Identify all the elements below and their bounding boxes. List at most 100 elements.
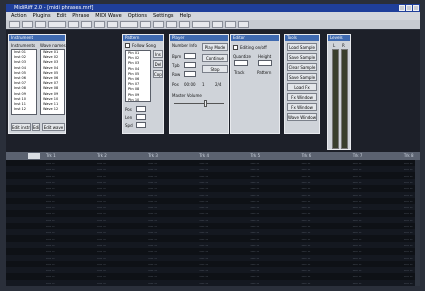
insert-pattern-button[interactable]: Ins — [153, 50, 163, 58]
grid-cell[interactable]: ---- -- — [199, 223, 208, 229]
grid-cell[interactable]: ---- -- — [148, 160, 157, 166]
grid-cell[interactable]: ---- -- — [199, 204, 208, 210]
grid-cell[interactable]: ---- -- — [199, 166, 208, 172]
grid-cell[interactable]: ---- -- — [199, 267, 208, 273]
grid-cell[interactable]: ---- -- — [199, 255, 208, 261]
grid-cell[interactable]: ---- -- — [199, 173, 208, 179]
grid-column-header[interactable]: Trk 5 — [251, 153, 261, 159]
grid-cell[interactable]: ---- -- — [302, 280, 311, 286]
menu-midi-wave[interactable]: MIDI Wave — [95, 12, 121, 20]
grid-cell[interactable]: ---- -- — [251, 236, 260, 242]
wave-list[interactable]: Wave 01 Wave 02 Wave 03 Wave 04 Wave 05 Wave … — [40, 49, 65, 115]
grid-cell[interactable]: ---- -- — [353, 192, 362, 198]
grid-cell[interactable]: ---- -- — [46, 255, 55, 261]
grid-cell[interactable]: ---- -- — [353, 280, 362, 286]
grid-cell[interactable]: ---- -- — [353, 179, 362, 185]
grid-row[interactable]: ---- -- ---- -- ---- -- ---- -- ---- -- ---- … — [6, 178, 420, 185]
grid-cell[interactable]: ---- -- — [46, 173, 55, 179]
grid-cell[interactable]: ---- -- — [199, 229, 208, 235]
editing-checkbox[interactable] — [233, 45, 238, 50]
save-sample-button-2[interactable]: Save Sample — [287, 73, 317, 81]
grid-cell[interactable]: ---- -- — [199, 217, 208, 223]
grid-cell[interactable]: ---- -- — [251, 173, 260, 179]
grid-cell[interactable]: ---- -- — [199, 192, 208, 198]
grid-cell[interactable]: ---- -- — [46, 242, 55, 248]
grid-cell[interactable]: ---- -- — [97, 204, 106, 210]
grid-cell[interactable]: ---- -- — [97, 261, 106, 267]
load-fx-button[interactable]: Load Fx — [287, 83, 317, 91]
grid-cell[interactable]: ---- -- — [46, 210, 55, 216]
grid-cell[interactable]: ---- -- — [251, 198, 260, 204]
grid-cell[interactable]: ---- -- — [302, 242, 311, 248]
grid-cell[interactable]: ---- -- — [199, 160, 208, 166]
grid-cell[interactable]: ---- -- — [148, 229, 157, 235]
grid-cell[interactable]: ---- -- — [148, 273, 157, 279]
grid-cell[interactable]: ---- -- — [148, 179, 157, 185]
follow-song-checkbox[interactable] — [125, 43, 130, 48]
grid-cell[interactable]: ---- -- — [404, 160, 413, 166]
grid-cell[interactable]: ---- -- — [404, 192, 413, 198]
grid-cell[interactable]: ---- -- — [404, 255, 413, 261]
tpb-field[interactable] — [184, 62, 196, 68]
grid-cell[interactable]: ---- -- — [302, 236, 311, 242]
close-button[interactable] — [413, 5, 419, 11]
grid-cell[interactable]: ---- -- — [97, 273, 106, 279]
grid-row[interactable]: ---- -- ---- -- ---- -- ---- -- ---- -- ---- … — [6, 273, 420, 279]
grid-cell[interactable]: ---- -- — [251, 185, 260, 191]
grid-cell[interactable]: ---- -- — [199, 198, 208, 204]
grid-cell[interactable]: ---- -- — [404, 261, 413, 267]
stop-button[interactable]: Stop — [202, 65, 228, 73]
grid-row[interactable]: ---- -- ---- -- ---- -- ---- -- ---- -- ---- … — [6, 279, 420, 286]
grid-cell[interactable]: ---- -- — [302, 229, 311, 235]
grid-cell[interactable]: ---- -- — [251, 217, 260, 223]
grid-cell[interactable]: ---- -- — [251, 280, 260, 286]
toolbar-loop-button[interactable] — [166, 21, 177, 28]
grid-cell[interactable]: ---- -- — [302, 273, 311, 279]
grid-column-header[interactable]: Trk 4 — [199, 153, 209, 159]
grid-cell[interactable]: ---- -- — [46, 223, 55, 229]
edit-small-button[interactable]: Edit — [32, 123, 40, 131]
grid-cell[interactable]: ---- -- — [302, 210, 311, 216]
window-titlebar[interactable]: MidiRiff 2.0 - [midi phrases.mrf] — [6, 4, 420, 12]
instrument-list[interactable]: Inst 01 Inst 02 Inst 03 Inst 04 Inst 05 Inst … — [11, 49, 37, 115]
grid-cell[interactable]: ---- -- — [404, 248, 413, 254]
grid-cell[interactable]: ---- -- — [97, 192, 106, 198]
grid-cell[interactable]: ---- -- — [97, 236, 106, 242]
grid-cell[interactable]: ---- -- — [97, 217, 106, 223]
grid-cell[interactable]: ---- -- — [353, 166, 362, 172]
grid-cell[interactable]: ---- -- — [302, 185, 311, 191]
menu-plugins[interactable]: Plugins — [33, 12, 51, 20]
grid-cell[interactable]: ---- -- — [404, 217, 413, 223]
grid-cell[interactable]: ---- -- — [251, 204, 260, 210]
menu-help[interactable]: Help — [180, 12, 191, 20]
grid-cell[interactable]: ---- -- — [148, 267, 157, 273]
master-volume-thumb[interactable] — [204, 100, 207, 107]
grid-cell[interactable]: ---- -- — [46, 236, 55, 242]
maximize-button[interactable] — [406, 5, 412, 11]
menu-phrase[interactable]: Phrase — [72, 12, 89, 20]
grid-cell[interactable]: ---- -- — [353, 255, 362, 261]
grid-cell[interactable]: ---- -- — [97, 242, 106, 248]
grid-cell[interactable]: ---- -- — [97, 198, 106, 204]
quantize-field[interactable] — [234, 60, 248, 66]
grid-cell[interactable]: ---- -- — [199, 273, 208, 279]
menu-options[interactable]: Options — [128, 12, 147, 20]
grid-cell[interactable]: ---- -- — [148, 223, 157, 229]
toolbar-copy-button[interactable] — [68, 21, 79, 28]
continue-button[interactable]: Continue — [202, 54, 228, 62]
grid-cell[interactable]: ---- -- — [199, 248, 208, 254]
grid-cell[interactable]: ---- -- — [97, 229, 106, 235]
grid-cell[interactable]: ---- -- — [302, 166, 311, 172]
grid-cell[interactable]: ---- -- — [251, 273, 260, 279]
grid-cell[interactable]: ---- -- — [251, 166, 260, 172]
grid-cell[interactable]: ---- -- — [148, 242, 157, 248]
pattern-list-item[interactable]: Ptn 10 — [128, 98, 150, 101]
grid-cell[interactable]: ---- -- — [46, 179, 55, 185]
grid-cell[interactable]: ---- -- — [404, 204, 413, 210]
menu-action[interactable]: Action — [11, 12, 27, 20]
grid-cell[interactable]: ---- -- — [46, 261, 55, 267]
grid-row[interactable]: ---- -- ---- -- ---- -- ---- -- ---- -- ---- … — [6, 204, 420, 211]
grid-column-header[interactable]: Trk 6 — [302, 153, 312, 159]
grid-cell[interactable]: ---- -- — [199, 185, 208, 191]
pattern-pos-field[interactable] — [136, 106, 146, 112]
